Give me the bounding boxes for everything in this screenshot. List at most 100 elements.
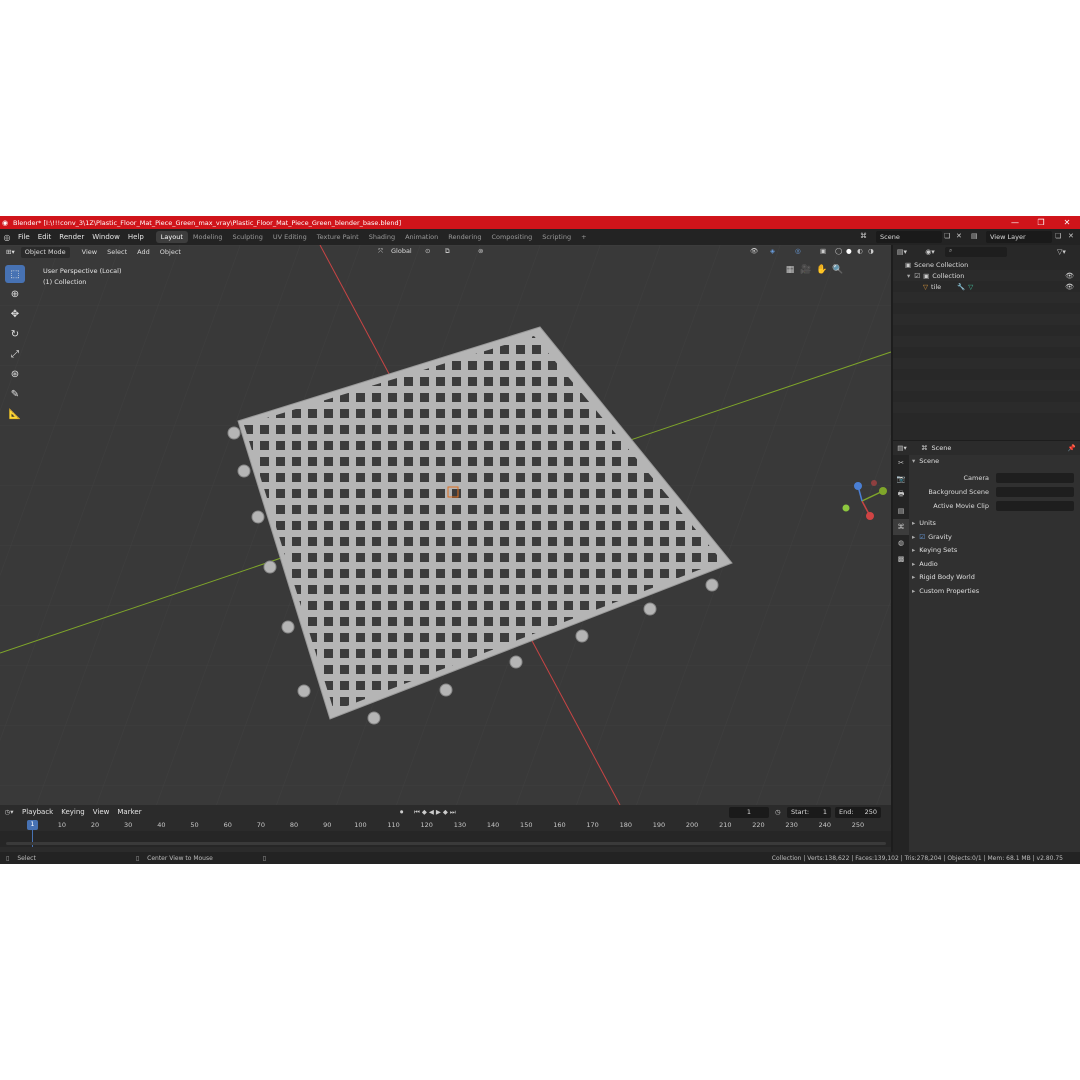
- filter-icon[interactable]: ▽▾: [1057, 248, 1066, 256]
- end-frame-field[interactable]: End: 250: [835, 807, 881, 818]
- scale-tool[interactable]: ⤢: [5, 345, 25, 363]
- scene-tab-icon[interactable]: ⌘: [893, 519, 909, 535]
- gravity-checkbox[interactable]: ☑: [919, 533, 925, 541]
- close-button[interactable]: ✕: [1054, 218, 1080, 227]
- select-box-tool[interactable]: ⬚: [5, 265, 25, 283]
- scene-selector-icon[interactable]: ⌘: [860, 232, 867, 240]
- menu-keying[interactable]: Keying: [57, 808, 89, 816]
- wireframe-shading-icon[interactable]: ◯: [835, 247, 842, 255]
- outliner-search-input[interactable]: ⌕: [945, 247, 1007, 257]
- outliner-row-collection[interactable]: ▾ ☑ ▣ Collection 👁: [893, 270, 1080, 281]
- tab-rendering[interactable]: Rendering: [443, 231, 486, 243]
- properties-editor-icon[interactable]: ▤▾: [893, 444, 911, 452]
- collapse-chevron-icon[interactable]: ▸: [912, 573, 915, 581]
- transform-tool[interactable]: ⊛: [5, 365, 25, 383]
- transform-orientation-dropdown[interactable]: Global: [387, 246, 416, 257]
- tab-texture-paint[interactable]: Texture Paint: [312, 231, 364, 243]
- menu-select[interactable]: Select: [103, 247, 131, 258]
- custom-properties-panel[interactable]: ▸ Custom Properties: [912, 587, 979, 595]
- menu-view[interactable]: View: [78, 247, 101, 258]
- tab-shading[interactable]: Shading: [364, 231, 400, 243]
- collapse-chevron-icon[interactable]: ▸: [912, 533, 915, 541]
- material-shading-icon[interactable]: ◐: [857, 247, 863, 255]
- eye-icon[interactable]: 👁: [1065, 283, 1074, 291]
- tab-sculpting[interactable]: Sculpting: [227, 231, 267, 243]
- delete-scene-icon[interactable]: ✕: [956, 232, 962, 240]
- tab-modeling[interactable]: Modeling: [188, 231, 228, 243]
- rendered-shading-icon[interactable]: ◑: [868, 247, 874, 255]
- snap-icon[interactable]: ⧉: [445, 247, 450, 256]
- timeline-scrollbar[interactable]: [6, 842, 886, 845]
- render-tab-icon[interactable]: 📷: [893, 471, 909, 487]
- cursor-tool[interactable]: ⊕: [5, 285, 25, 303]
- tab-layout[interactable]: Layout: [155, 231, 188, 243]
- modifier-wrench-icon[interactable]: 🔧: [957, 283, 965, 291]
- measure-tool[interactable]: 📐: [5, 405, 25, 423]
- maximize-button[interactable]: ❐: [1028, 218, 1054, 227]
- menu-add[interactable]: Add: [133, 247, 154, 258]
- pan-hand-icon[interactable]: ✋: [814, 265, 830, 279]
- rotate-tool[interactable]: ↻: [5, 325, 25, 343]
- tab-compositing[interactable]: Compositing: [486, 231, 537, 243]
- minimize-button[interactable]: —: [1002, 218, 1028, 227]
- tool-tab-icon[interactable]: ✂: [893, 455, 909, 471]
- outliner-row-tile[interactable]: ▽ tile 🔧 ▽ 👁: [893, 281, 1080, 292]
- view-layer-field[interactable]: View Layer: [986, 231, 1052, 243]
- gravity-panel[interactable]: ▸ ☑ Gravity: [912, 533, 952, 541]
- current-frame-field[interactable]: 1: [729, 807, 769, 818]
- outliner-editor-icon[interactable]: ▤▾: [893, 248, 911, 256]
- gizmo-toggle-icon[interactable]: ◈: [770, 247, 775, 255]
- new-scene-icon[interactable]: ❏: [944, 232, 950, 240]
- camera-view-icon[interactable]: 🎥: [798, 265, 814, 279]
- tab-uv-editing[interactable]: UV Editing: [268, 231, 312, 243]
- menu-marker[interactable]: Marker: [113, 808, 145, 816]
- units-panel[interactable]: ▸ Units: [912, 519, 936, 527]
- xray-toggle-icon[interactable]: ▣: [820, 247, 826, 255]
- timeline-ruler[interactable]: 10 20 30 40 50 60 70 80 90 100 110 120 130 140 150 160 1…: [0, 821, 891, 831]
- scene-name-field[interactable]: Scene: [876, 231, 942, 243]
- start-frame-field[interactable]: Start: 1: [787, 807, 831, 818]
- view-layer-icon[interactable]: ▤: [971, 232, 978, 240]
- active-movie-clip-field[interactable]: [996, 501, 1074, 511]
- visibility-icon[interactable]: 👁: [750, 247, 758, 255]
- overlay-toggle-icon[interactable]: ◎: [795, 247, 801, 255]
- collapse-chevron-icon[interactable]: ▸: [912, 546, 915, 554]
- audio-panel[interactable]: ▸ Audio: [912, 560, 938, 568]
- add-workspace-button[interactable]: +: [576, 231, 591, 243]
- checkbox-icon[interactable]: ☑: [914, 272, 920, 280]
- menu-playback[interactable]: Playback: [18, 808, 57, 816]
- output-tab-icon[interactable]: 🖶: [893, 487, 909, 503]
- collapse-chevron-icon[interactable]: ▸: [912, 587, 915, 595]
- tab-scripting[interactable]: Scripting: [537, 231, 576, 243]
- view-layer-tab-icon[interactable]: ▤: [893, 503, 909, 519]
- timeline-track[interactable]: [0, 829, 891, 847]
- menu-window[interactable]: Window: [88, 233, 124, 241]
- texture-tab-icon[interactable]: ▩: [893, 551, 909, 567]
- playback-controls[interactable]: ⏮◆◀▶◆⏭: [414, 808, 458, 817]
- zoom-icon[interactable]: 🔍: [830, 265, 846, 279]
- viewport-canvas[interactable]: [0, 245, 891, 805]
- move-tool[interactable]: ✥: [5, 305, 25, 323]
- blender-menu-icon[interactable]: ◎: [0, 233, 14, 242]
- camera-field[interactable]: [996, 473, 1074, 483]
- menu-edit[interactable]: Edit: [34, 233, 56, 241]
- editor-type-icon[interactable]: ⊞▾: [2, 247, 19, 258]
- menu-file[interactable]: File: [14, 233, 34, 241]
- menu-help[interactable]: Help: [124, 233, 148, 241]
- record-icon[interactable]: ⏺: [400, 808, 403, 817]
- world-tab-icon[interactable]: ◍: [893, 535, 909, 551]
- menu-timeline-view[interactable]: View: [89, 808, 114, 816]
- tab-animation[interactable]: Animation: [400, 231, 443, 243]
- eye-icon[interactable]: 👁: [1065, 272, 1074, 280]
- pivot-icon[interactable]: ⊙: [425, 247, 430, 255]
- proportional-edit-icon[interactable]: ⊚: [478, 247, 483, 255]
- expand-chevron-icon[interactable]: ▾: [907, 272, 910, 280]
- timeline-editor-icon[interactable]: ◷▾: [0, 808, 18, 816]
- collapse-chevron-icon[interactable]: ▸: [912, 519, 915, 527]
- background-scene-field[interactable]: [996, 487, 1074, 497]
- delete-view-layer-icon[interactable]: ✕: [1068, 232, 1074, 240]
- scene-panel-header[interactable]: ▾ Scene: [912, 457, 939, 465]
- new-view-layer-icon[interactable]: ❏: [1055, 232, 1061, 240]
- solid-shading-icon[interactable]: ●: [846, 247, 852, 255]
- 3d-viewport[interactable]: ⊞▾ Object Mode View Select Add Object ⤧ …: [0, 245, 891, 805]
